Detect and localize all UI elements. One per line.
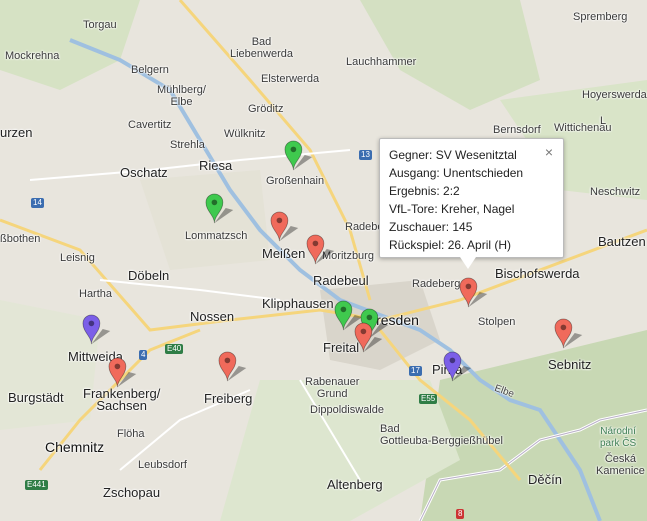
place-radeberg: Radeberg (412, 278, 461, 290)
close-icon[interactable]: × (545, 144, 553, 160)
marker-grossenhain-pin-icon[interactable] (283, 140, 317, 172)
place-hartha: Hartha (79, 288, 113, 300)
road-shield-a17: 17 (409, 366, 422, 376)
place-radebeul: Radebeul (313, 273, 369, 288)
place-rabenauer: Rabenauer Grund (305, 376, 360, 400)
place-frankenberg: Frankenberg/ Sachsen (83, 386, 161, 413)
place-lohsa: L (600, 115, 607, 127)
marker-pirna-pin-icon[interactable] (442, 351, 476, 383)
road-shield-e40: E40 (165, 344, 184, 354)
place-bischofswerda: Bischofswerda (495, 266, 580, 281)
place-torgau: Torgau (83, 19, 117, 31)
info-key: Ausgang: (389, 166, 440, 180)
road-shield-e441: E441 (25, 480, 48, 490)
place-narodni: Národní park ČS (600, 426, 637, 449)
place-chemnitz: Chemnitz (45, 439, 105, 455)
info-key: Rückspiel: (389, 238, 445, 252)
place-leisnig: Leisnig (60, 252, 95, 264)
place-groeditz: Gröditz (248, 103, 284, 115)
place-bothen: ßbothen (0, 233, 41, 245)
place-bautzen: Bautzen (598, 234, 646, 249)
map-canvas[interactable]: Torgau Mockrehna Bad Liebenwerda Belgern… (0, 0, 647, 521)
info-row-outcome: Ausgang: Unentschieden (389, 164, 523, 182)
marker-sebnitz-pin-icon[interactable] (553, 318, 587, 350)
place-oschatz: Oschatz (120, 165, 168, 180)
place-floeha: Flöha (117, 428, 145, 440)
place-elsterwerda: Elsterwerda (261, 73, 320, 85)
place-ceska-kamenice: Česká Kamenice (596, 453, 645, 477)
place-mockrehna: Mockrehna (5, 50, 60, 62)
place-zschopau: Zschopau (103, 485, 161, 500)
info-row-opponent: Gegner: SV Wesenitztal (389, 146, 523, 164)
place-lauchhammer: Lauchhammer (346, 56, 417, 68)
place-hoyerswerda: Hoyerswerda (582, 89, 647, 101)
road-shield-8: 8 (456, 509, 465, 519)
road-shield-a14: 14 (31, 198, 44, 208)
place-meissen: Meißen (262, 246, 306, 261)
info-row-return-match: Rückspiel: 26. April (H) (389, 236, 523, 254)
info-key: Zuschauer: (389, 220, 450, 234)
place-wurzen: urzen (0, 125, 33, 140)
road-shield-e55: E55 (419, 394, 438, 404)
place-strehla: Strehla (170, 139, 205, 151)
info-value: Unentschieden (439, 166, 524, 180)
place-leubsdorf: Leubsdorf (138, 459, 187, 471)
place-neschwitz: Neschwitz (590, 186, 641, 198)
place-burgstaedt: Burgstädt (8, 390, 64, 405)
info-key: Ergebnis: (389, 184, 440, 198)
place-nossen: Nossen (190, 309, 235, 324)
place-sebnitz: Sebnitz (548, 357, 592, 372)
place-decin: Děčín (528, 472, 562, 487)
place-lommatzsch: Lommatzsch (185, 230, 248, 242)
place-radebe: Radebe (345, 221, 384, 233)
info-key: Gegner: (389, 148, 433, 162)
place-spremberg: Spremberg (573, 11, 628, 23)
place-muehlberg: Mühlberg/ Elbe (157, 84, 206, 108)
info-window-tail (460, 257, 476, 269)
place-altenberg: Altenberg (327, 477, 383, 492)
place-bad-gottleuba: Bad Gottleuba-Berggießhübel (380, 423, 503, 447)
place-grossenhain: Großenhain (266, 175, 325, 187)
place-riesa: Riesa (199, 158, 233, 173)
marker-meissen-1-pin-icon[interactable] (269, 211, 303, 243)
place-doebeln: Döbeln (128, 268, 170, 283)
info-value: SV Wesenitztal (432, 148, 517, 162)
marker-freiberg-pin-icon[interactable] (217, 351, 251, 383)
info-key: VfL-Tore: (389, 202, 438, 216)
info-value: 2:2 (439, 184, 460, 198)
marker-frankenberg-pin-icon[interactable] (107, 357, 141, 389)
info-row-goals: VfL-Tore: Kreher, Nagel (389, 200, 523, 218)
place-cavertitz: Cavertitz (128, 119, 172, 131)
place-belgern: Belgern (131, 64, 169, 76)
info-window: Gegner: SV Wesenitztal Ausgang: Unentsch… (379, 138, 564, 269)
place-bernsdorf: Bernsdorf (493, 124, 541, 136)
marker-mittweida-pin-icon[interactable] (81, 314, 115, 346)
road-shield-a13: 13 (359, 150, 372, 160)
marker-meissen-2-pin-icon[interactable] (305, 234, 339, 266)
place-stolpen: Stolpen (478, 316, 516, 328)
place-wuelknitz: Wülknitz (224, 128, 266, 140)
info-row-result: Ergebnis: 2:2 (389, 182, 523, 200)
marker-wesenitztal-pin-icon[interactable] (458, 277, 492, 309)
marker-lommatzsch-pin-icon[interactable] (204, 193, 238, 225)
info-value: Kreher, Nagel (437, 202, 515, 216)
place-dippoldiswalde: Dippoldiswalde (310, 404, 384, 416)
place-klipphausen: Klipphausen (262, 296, 334, 311)
info-row-spectators: Zuschauer: 145 (389, 218, 523, 236)
place-freiberg: Freiberg (204, 391, 253, 406)
info-value: 26. April (H) (444, 238, 512, 252)
place-bad-liebenwerda: Bad Liebenwerda (230, 36, 293, 60)
marker-freital-pin-icon[interactable] (353, 322, 387, 354)
info-value: 145 (449, 220, 473, 234)
